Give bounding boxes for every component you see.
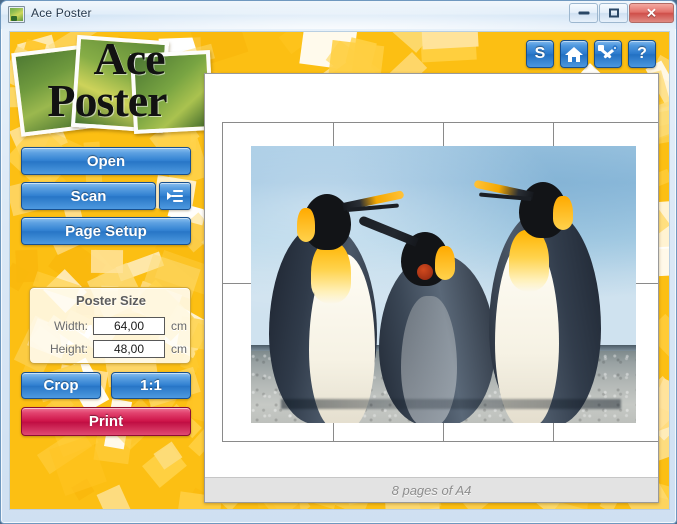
help-button[interactable]: ? bbox=[628, 40, 656, 68]
logo-line-1: Ace bbox=[93, 33, 165, 84]
poster-size-group: Poster Size Width: cm Height: cm bbox=[29, 287, 191, 364]
poster-size-title: Poster Size bbox=[75, 293, 147, 308]
dollar-icon: S bbox=[534, 45, 546, 62]
height-unit: cm bbox=[171, 341, 187, 356]
poster-image[interactable] bbox=[251, 146, 636, 423]
settings-button[interactable] bbox=[594, 40, 622, 68]
height-label: Height: bbox=[49, 341, 88, 356]
width-input[interactable] bbox=[93, 316, 165, 335]
client-area: Ace Poster S ? Open Scan Page Setup Post… bbox=[10, 32, 669, 509]
one-to-one-button[interactable]: 1:1 bbox=[111, 372, 191, 399]
buy-button[interactable]: S bbox=[526, 40, 554, 68]
open-button[interactable]: Open bbox=[21, 147, 191, 175]
page-setup-button[interactable]: Page Setup bbox=[21, 217, 191, 245]
window-controls: ✕ bbox=[568, 3, 674, 24]
scan-button[interactable]: Scan bbox=[21, 182, 156, 210]
list-menu-icon bbox=[167, 189, 183, 203]
close-icon: ✕ bbox=[646, 5, 657, 21]
question-icon: ? bbox=[637, 45, 647, 62]
app-logo: Ace Poster bbox=[11, 32, 215, 142]
page-count-status: 8 pages of A4 bbox=[391, 482, 472, 498]
minimize-icon bbox=[578, 11, 589, 15]
tools-icon bbox=[598, 45, 618, 62]
title-bar: Ace Poster ✕ bbox=[1, 1, 676, 29]
close-button[interactable]: ✕ bbox=[629, 3, 674, 23]
toolbar: S ? bbox=[526, 40, 656, 68]
height-row: Height: cm bbox=[38, 339, 187, 358]
print-button[interactable]: Print bbox=[21, 407, 191, 436]
app-window: Ace Poster ✕ Ace Poster S ? Open Scan Pa… bbox=[0, 0, 677, 524]
window-title: Ace Poster bbox=[31, 6, 92, 20]
width-unit: cm bbox=[171, 318, 187, 333]
maximize-icon bbox=[608, 8, 619, 18]
home-button[interactable] bbox=[560, 40, 588, 68]
home-icon bbox=[565, 46, 583, 62]
minimize-button[interactable] bbox=[569, 3, 598, 23]
height-input[interactable] bbox=[93, 339, 165, 358]
scan-options-button[interactable] bbox=[159, 182, 191, 210]
width-label: Width: bbox=[53, 318, 88, 333]
logo-line-2: Poster bbox=[47, 75, 167, 127]
maximize-button[interactable] bbox=[599, 3, 628, 23]
width-row: Width: cm bbox=[38, 316, 187, 335]
preview-status-bar: 8 pages of A4 bbox=[205, 477, 658, 502]
photo-icon bbox=[8, 6, 25, 23]
preview-panel[interactable]: 8 pages of A4 bbox=[204, 73, 659, 503]
crop-button[interactable]: Crop bbox=[21, 372, 101, 399]
image-shadow bbox=[281, 399, 621, 409]
logo-text: Ace Poster bbox=[12, 33, 202, 127]
poster-page-grid bbox=[222, 122, 658, 442]
